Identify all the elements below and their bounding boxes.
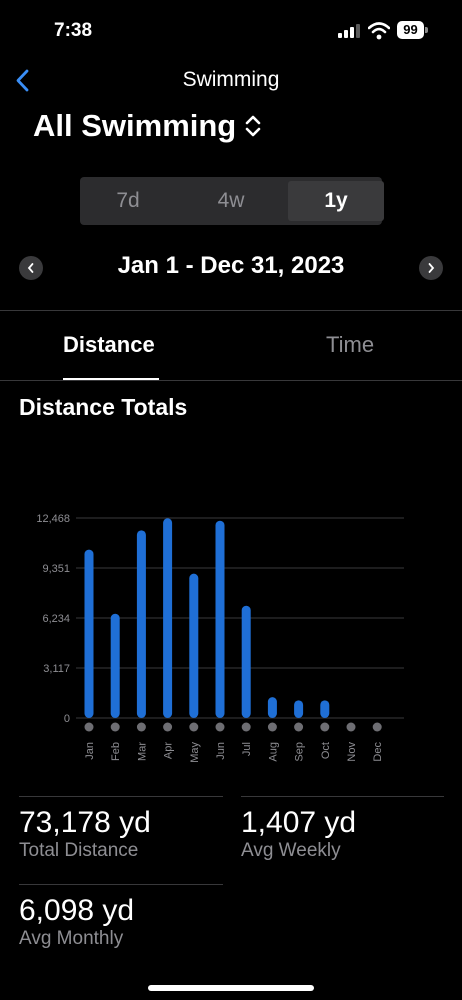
stat-label: Avg Weekly [241, 840, 341, 861]
x-tick-label: Feb [110, 742, 122, 761]
x-tick-label: May [189, 742, 201, 763]
home-indicator [148, 985, 314, 991]
status-time: 7:38 [54, 20, 93, 41]
stat-label: Total Distance [19, 840, 139, 861]
next-period-button[interactable] [419, 256, 443, 280]
tab-time[interactable]: Time [326, 332, 374, 358]
x-marker-dec [372, 722, 382, 732]
x-tick-label: Jul [241, 742, 253, 756]
x-tick-label: Mar [136, 742, 148, 761]
bar-jul[interactable] [241, 605, 251, 718]
battery-level: 99 [397, 21, 424, 39]
y-tick-label: 0 [64, 713, 70, 725]
x-marker-feb [110, 722, 120, 732]
x-tick-label: Apr [163, 742, 175, 759]
date-range-label: Jan 1 - Dec 31, 2023 [117, 252, 345, 279]
x-marker-jun [215, 722, 225, 732]
divider [0, 380, 462, 381]
range-option-4w[interactable]: 4w [183, 181, 279, 221]
bar-aug[interactable] [267, 697, 277, 718]
tab-distance[interactable]: Distance [63, 332, 155, 358]
y-tick-label: 3,117 [43, 663, 70, 675]
activity-filter-label: All Swimming [33, 108, 237, 143]
x-tick-label: Jun [215, 742, 227, 760]
bar-jun[interactable] [215, 520, 225, 718]
bar-sep[interactable] [294, 700, 304, 718]
bar-may[interactable] [189, 573, 199, 718]
x-tick-label: Nov [346, 742, 358, 762]
y-tick-label: 12,468 [36, 513, 70, 525]
y-tick-label: 9,351 [42, 563, 70, 575]
range-option-7d[interactable]: 7d [80, 181, 176, 221]
stat-value: 1,407 yd [241, 806, 357, 839]
x-tick-label: Dec [372, 742, 384, 762]
cellular-signal-icon [338, 24, 360, 38]
x-tick-label: Oct [320, 742, 332, 759]
x-tick-label: Aug [267, 742, 279, 762]
bar-oct[interactable] [320, 700, 330, 718]
divider [241, 796, 444, 797]
x-marker-apr [163, 722, 173, 732]
x-marker-may [189, 722, 199, 732]
x-tick-label: Sep [294, 742, 306, 762]
stat-avg-monthly: 6,098 yd Avg Monthly [19, 894, 134, 950]
bar-mar[interactable] [136, 530, 146, 718]
x-marker-oct [320, 722, 330, 732]
stat-value: 73,178 yd [19, 806, 151, 839]
x-marker-nov [346, 722, 356, 732]
distance-bar-chart: 0 3,117 6,234 9,351 12,468 Jan Feb Mar Apr May Jun… [36, 513, 404, 763]
range-option-1y[interactable]: 1y [288, 181, 384, 221]
divider [19, 884, 223, 885]
bar-feb[interactable] [110, 613, 120, 718]
bar-jan[interactable] [84, 549, 94, 718]
wifi-icon [368, 22, 390, 40]
section-title: Distance Totals [19, 394, 188, 420]
bar-apr[interactable] [163, 518, 173, 718]
page-title: Swimming [182, 68, 280, 91]
stat-avg-weekly: 1,407 yd Avg Weekly [241, 806, 356, 862]
y-tick-label: 6,234 [42, 613, 70, 625]
x-marker-sep [294, 722, 304, 732]
divider [19, 796, 223, 797]
stat-value: 6,098 yd [19, 894, 135, 927]
x-marker-aug [267, 722, 277, 732]
x-marker-jul [241, 722, 251, 732]
x-marker-mar [136, 722, 146, 732]
activity-filter-button[interactable]: All Swimming [33, 108, 262, 144]
x-marker-jan [84, 722, 94, 732]
chevron-right-icon [428, 263, 435, 273]
stat-total-distance: 73,178 yd Total Distance [19, 806, 151, 862]
chevron-up-down-icon [245, 115, 261, 137]
x-tick-label: Jan [84, 742, 96, 760]
stat-label: Avg Monthly [19, 928, 124, 949]
range-selector: 7d 4w 1y [80, 177, 384, 225]
battery-icon: 99 [397, 21, 429, 39]
divider [0, 310, 462, 311]
